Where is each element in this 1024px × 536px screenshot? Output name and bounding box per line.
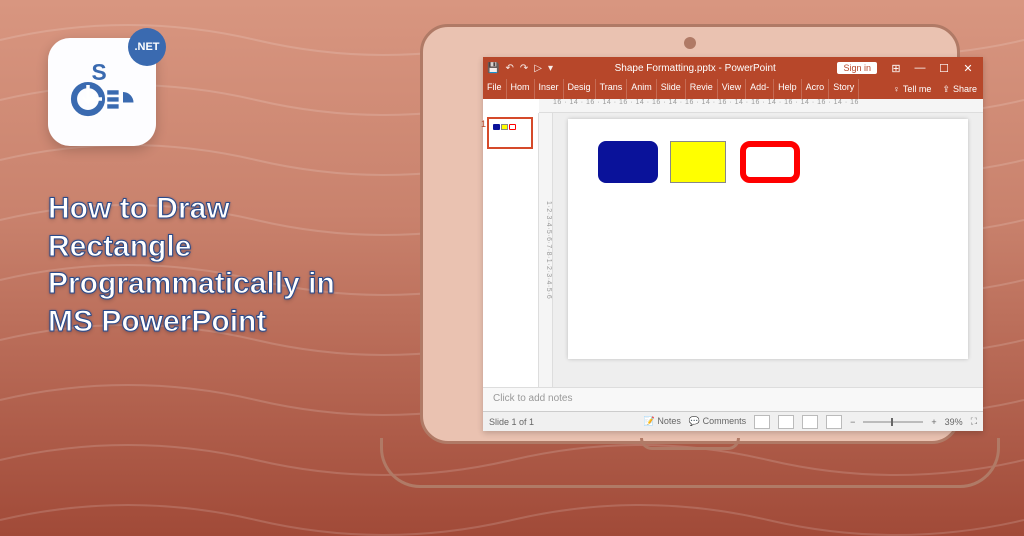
slide-thumbnail-pane: 1 (483, 113, 539, 387)
tell-me-label: Tell me (903, 84, 932, 94)
qat-more-icon[interactable]: ▾ (548, 63, 553, 74)
tab-acrobat[interactable]: Acro (802, 79, 830, 99)
svg-text:S: S (92, 59, 107, 85)
notes-pane[interactable]: Click to add notes (483, 387, 983, 411)
lightbulb-icon: ♀ (893, 84, 900, 94)
tab-animations[interactable]: Anim (627, 79, 657, 99)
zoom-value: 39% (945, 417, 963, 427)
zoom-out-button[interactable]: − (850, 417, 855, 427)
share-button[interactable]: ⇪ Share (936, 79, 983, 99)
redo-icon[interactable]: ↷ (520, 63, 528, 74)
tab-storyboard[interactable]: Story (829, 79, 859, 99)
tab-home[interactable]: Hom (507, 79, 535, 99)
powerpoint-window: 💾 ↶ ↷ ▷ ▾ Shape Formatting.pptx - PowerP… (483, 57, 983, 431)
status-bar: Slide 1 of 1 📝 Notes 💬 Comments − + 39% … (483, 411, 983, 431)
tab-file[interactable]: File (483, 79, 507, 99)
horizontal-ruler: 16 · 14 · 16 · 14 · 16 · 14 · 16 · 14 · … (539, 99, 983, 113)
maximize-button[interactable]: ☐ (933, 62, 955, 75)
undo-icon[interactable]: ↶ (505, 63, 513, 74)
notes-button[interactable]: 📝 Notes (644, 416, 681, 427)
slides-logo-icon: S (67, 57, 137, 127)
title-bar: 💾 ↶ ↷ ▷ ▾ Shape Formatting.pptx - PowerP… (483, 57, 983, 79)
tab-insert[interactable]: Inser (535, 79, 564, 99)
laptop-camera-icon (684, 37, 696, 49)
tab-design[interactable]: Desig (564, 79, 596, 99)
tell-me-search[interactable]: ♀ Tell me (888, 79, 936, 99)
reading-view-button[interactable] (802, 415, 818, 429)
slide[interactable] (568, 119, 968, 359)
tab-review[interactable]: Revie (686, 79, 718, 99)
laptop-illustration: 💾 ↶ ↷ ▷ ▾ Shape Formatting.pptx - PowerP… (380, 24, 1000, 524)
sign-in-button[interactable]: Sign in (837, 62, 877, 74)
slide-counter: Slide 1 of 1 (489, 417, 534, 427)
tab-view[interactable]: View (718, 79, 746, 99)
window-title: Shape Formatting.pptx - PowerPoint (553, 63, 838, 74)
slideshow-icon[interactable]: ▷ (534, 63, 542, 74)
net-badge: .NET (128, 28, 166, 66)
slideshow-view-button[interactable] (826, 415, 842, 429)
quick-access-toolbar: 💾 ↶ ↷ ▷ ▾ (487, 63, 553, 74)
tab-help[interactable]: Help (774, 79, 802, 99)
tab-transitions[interactable]: Trans (596, 79, 628, 99)
slide-canvas-area (553, 113, 983, 387)
minimize-button[interactable]: — (909, 62, 931, 74)
sorter-view-button[interactable] (778, 415, 794, 429)
tab-slideshow[interactable]: Slide (657, 79, 686, 99)
rectangle-shape-red-outline[interactable] (740, 141, 800, 183)
slide-thumbnail[interactable]: 1 (487, 117, 533, 149)
app-icon: .NET S (48, 38, 156, 146)
comments-button[interactable]: 💬 Comments (689, 416, 746, 427)
zoom-in-button[interactable]: + (931, 417, 936, 427)
ribbon-tabs: File Hom Inser Desig Trans Anim Slide Re… (483, 79, 983, 99)
fit-to-window-button[interactable]: ⛶ (971, 416, 977, 427)
rectangle-shape-blue[interactable] (598, 141, 658, 183)
rectangle-shape-yellow[interactable] (670, 141, 726, 183)
ribbon-display-icon[interactable]: ⊞ (885, 62, 907, 75)
share-label: Share (953, 84, 977, 94)
save-icon[interactable]: 💾 (487, 63, 499, 74)
vertical-ruler: 1·2·3·4·5·6·7·8·1·2·3·4·5·6 (539, 113, 553, 387)
tab-addins[interactable]: Add- (746, 79, 774, 99)
close-button[interactable]: ✕ (957, 62, 979, 75)
zoom-slider[interactable] (863, 421, 923, 423)
thumbnail-number: 1 (481, 119, 486, 129)
page-title: How to Draw Rectangle Programmatically i… (48, 190, 368, 340)
normal-view-button[interactable] (754, 415, 770, 429)
share-icon: ⇪ (942, 84, 950, 95)
